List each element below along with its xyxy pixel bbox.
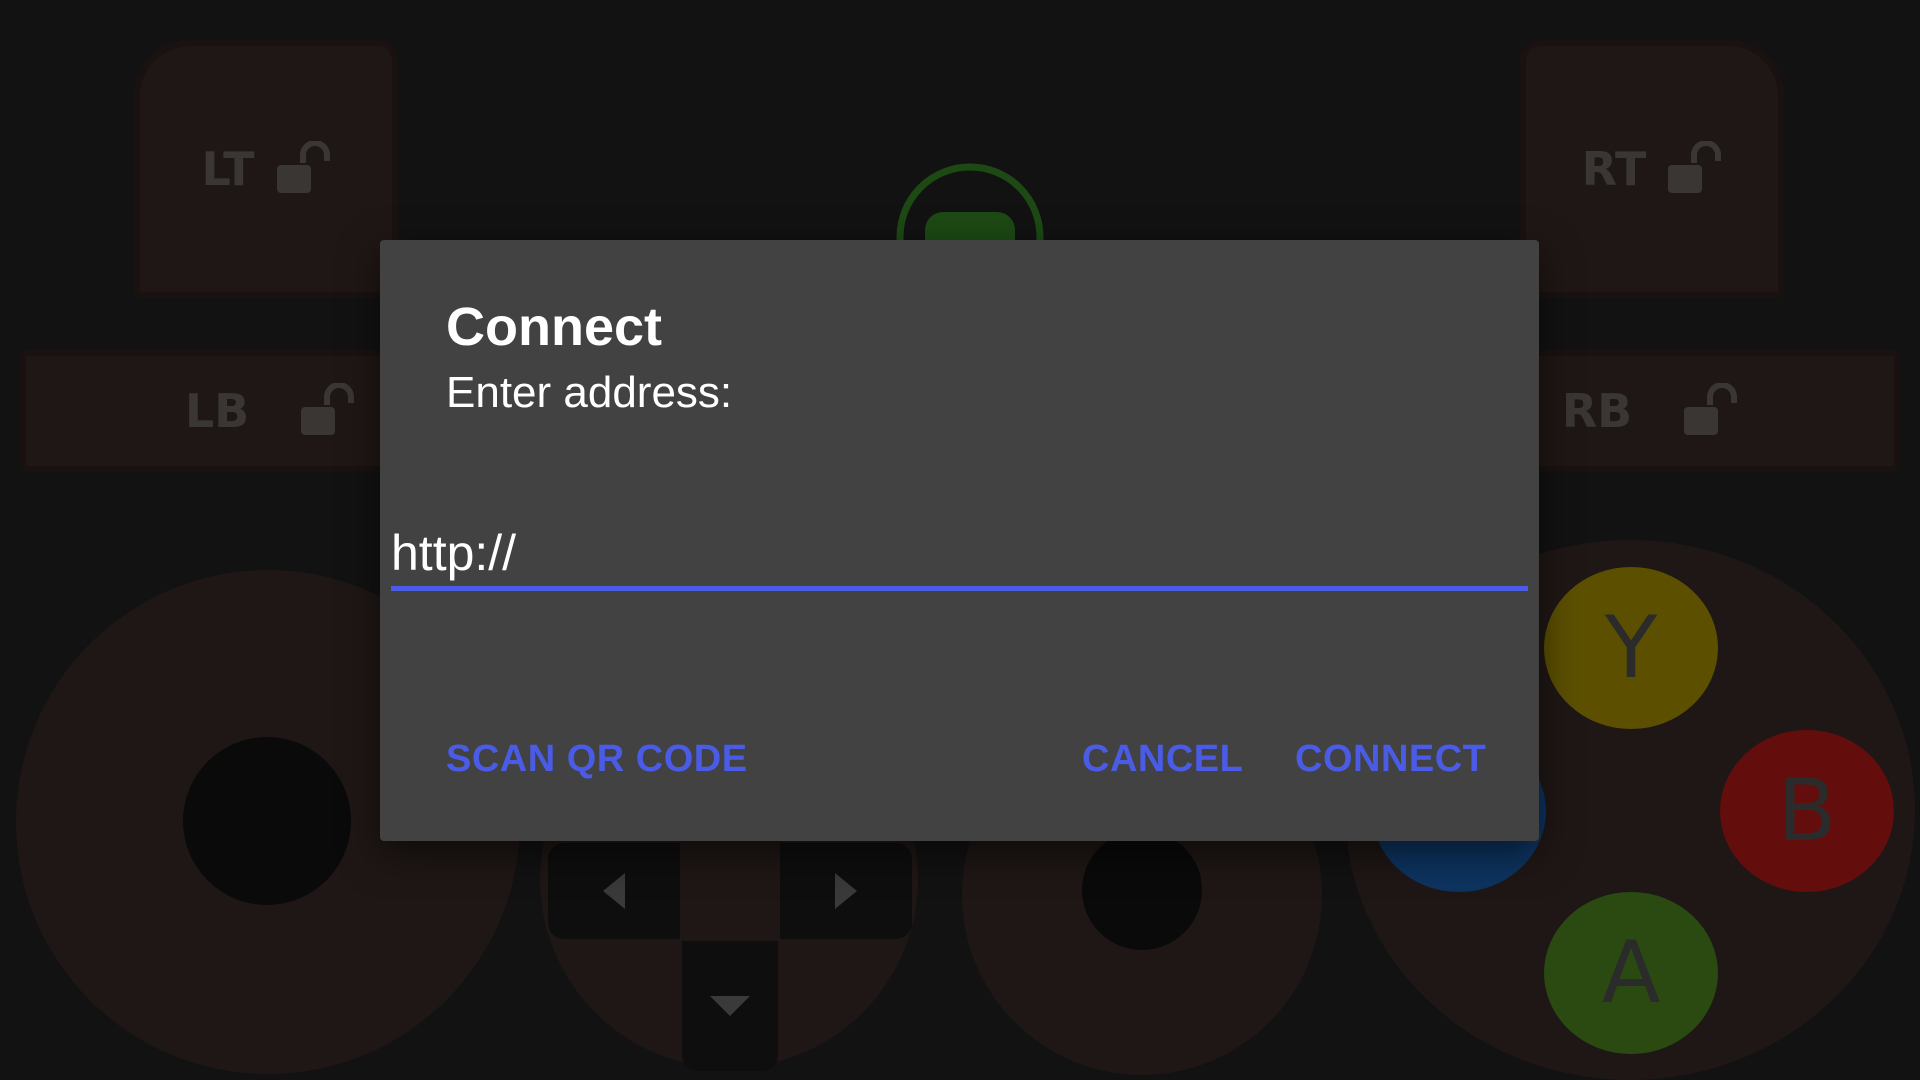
dialog-title: Connect [446,297,662,357]
connect-dialog: Connect Enter address: SCAN QR CODE CANC… [380,240,1539,841]
connect-button[interactable]: CONNECT [1295,738,1486,781]
dialog-message: Enter address: [446,368,733,417]
address-input[interactable] [391,520,1528,591]
scan-qr-code-button[interactable]: SCAN QR CODE [446,738,748,781]
controller-screen: LT RT LB RB Y B A Connect Enter address:… [0,0,1920,1080]
cancel-button[interactable]: CANCEL [1082,738,1243,781]
